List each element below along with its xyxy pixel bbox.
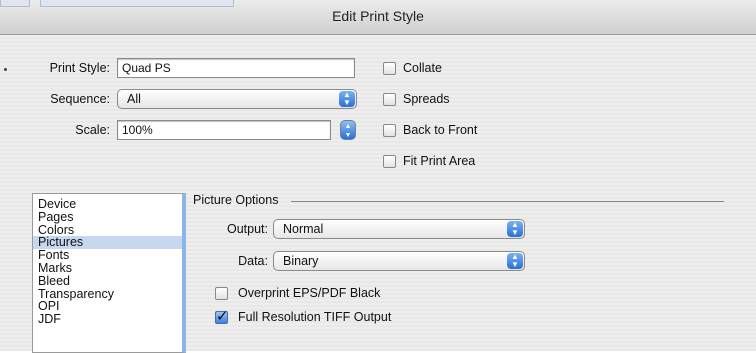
background-window-fragment (0, 0, 30, 7)
category-list[interactable]: Device Pages Colors Pictures Fonts Marks… (32, 193, 186, 353)
back-to-front-checkbox[interactable] (383, 124, 396, 137)
print-style-label: Print Style: (49, 61, 110, 75)
back-to-front-label: Back to Front (403, 123, 478, 137)
checkmark-icon: ✓ (216, 308, 229, 325)
list-item-pages[interactable]: Pages (33, 210, 182, 224)
window-title: Edit Print Style (332, 8, 424, 24)
picture-options-title: Picture Options (193, 193, 279, 207)
data-label: Data: (238, 254, 268, 268)
background-window-fragment (40, 0, 234, 7)
sequence-value: All (127, 92, 141, 106)
title-bar: Edit Print Style (0, 0, 756, 35)
spreads-label: Spreads (403, 92, 450, 106)
fit-print-area-checkbox[interactable] (383, 155, 396, 168)
output-label: Output: (227, 222, 268, 236)
output-popup[interactable]: Normal ▲ ▼ (273, 219, 525, 239)
scale-stepper[interactable]: ▲ ▼ (340, 120, 356, 140)
sequence-popup[interactable]: All ▲ ▼ (117, 89, 357, 109)
scale-label: Scale: (75, 123, 110, 137)
data-value: Binary (283, 254, 319, 268)
collate-checkbox[interactable] (383, 62, 396, 75)
spreads-checkbox[interactable] (383, 93, 396, 106)
popup-arrows-icon: ▲ ▼ (507, 253, 523, 269)
collate-label: Collate (403, 61, 442, 75)
list-item-jdf[interactable]: JDF (33, 313, 182, 326)
output-value: Normal (283, 222, 324, 236)
list-item-marks[interactable]: Marks (33, 262, 182, 275)
scale-field[interactable]: 100% (117, 120, 331, 140)
section-divider (291, 201, 724, 202)
bullet-dot (4, 68, 7, 71)
list-item-bleed[interactable]: Bleed (33, 274, 182, 288)
popup-arrows-icon: ▲ ▼ (339, 91, 355, 107)
print-style-field[interactable]: Quad PS (117, 58, 355, 78)
overprint-checkbox[interactable] (215, 287, 228, 300)
full-res-tiff-label: Full Resolution TIFF Output (238, 310, 392, 324)
data-popup[interactable]: Binary ▲ ▼ (273, 251, 525, 271)
popup-arrows-icon: ▲ ▼ (507, 221, 523, 237)
overprint-label: Overprint EPS/PDF Black (238, 286, 381, 300)
fit-print-area-label: Fit Print Area (403, 154, 476, 168)
full-res-tiff-checkbox[interactable]: ✓ (215, 308, 229, 325)
sequence-label: Sequence: (50, 92, 110, 106)
list-item-device[interactable]: Device (33, 198, 182, 211)
